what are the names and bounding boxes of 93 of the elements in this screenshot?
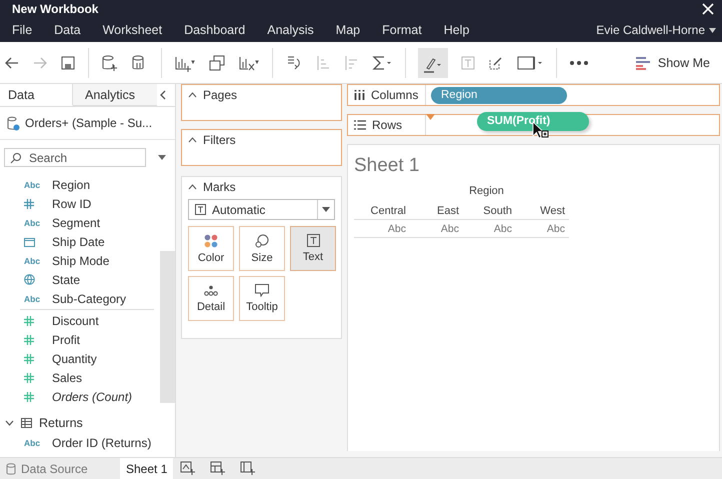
drop-marker-icon bbox=[426, 114, 435, 120]
new-dashboard-icon[interactable] bbox=[210, 461, 226, 476]
table-item[interactable]: Returns bbox=[0, 413, 160, 433]
column-label[interactable]: East bbox=[410, 204, 463, 216]
field-item[interactable]: Orders (Count) bbox=[0, 387, 160, 406]
card-title: Pages bbox=[203, 88, 238, 102]
collapse-caret-icon[interactable] bbox=[188, 184, 197, 190]
panel-tab[interactable]: Analytics bbox=[73, 84, 157, 106]
sigma-icon[interactable] bbox=[371, 54, 393, 72]
collapse-caret-icon[interactable] bbox=[188, 92, 197, 98]
rows-icon bbox=[354, 120, 366, 130]
menu-item[interactable]: Format bbox=[382, 23, 422, 37]
string-type-icon: Abc bbox=[24, 180, 40, 190]
columns-icon bbox=[354, 90, 365, 100]
column-header[interactable]: Region bbox=[354, 185, 569, 202]
collapse-icon[interactable] bbox=[159, 90, 167, 100]
field-item[interactable]: Ship Date bbox=[0, 232, 160, 251]
field-item[interactable]: Sales bbox=[0, 368, 160, 387]
table-cell-text: Abc bbox=[492, 222, 513, 234]
text-mark-icon bbox=[195, 204, 206, 215]
circles-icon bbox=[255, 234, 269, 248]
show-me-button[interactable]: Show Me bbox=[636, 56, 722, 70]
field-item[interactable]: Profit bbox=[0, 330, 160, 349]
dropdown-caret-icon bbox=[322, 207, 330, 212]
string-type-icon: Abc bbox=[24, 218, 40, 228]
table-cell-text: Abc bbox=[546, 222, 566, 234]
new-story-icon[interactable] bbox=[240, 461, 256, 476]
menu-item[interactable]: File bbox=[12, 23, 32, 37]
mark-button[interactable]: Detail bbox=[188, 276, 234, 321]
field-item[interactable]: Abc Order ID (Returns) bbox=[0, 433, 160, 452]
menu-item[interactable]: Dashboard bbox=[184, 23, 246, 37]
column-label[interactable]: West bbox=[516, 204, 569, 216]
search-field[interactable]: Search bbox=[4, 148, 146, 167]
string-type-icon: Abc bbox=[24, 438, 40, 448]
bar-chart-icon bbox=[636, 56, 650, 70]
save-icon[interactable] bbox=[60, 54, 76, 70]
field-item[interactable]: State bbox=[0, 270, 160, 289]
column-label[interactable]: Central bbox=[354, 204, 410, 216]
more-icon[interactable] bbox=[569, 60, 589, 66]
menu-item[interactable]: Data bbox=[54, 23, 81, 37]
highlight-button[interactable] bbox=[418, 48, 448, 78]
text-mark-icon bbox=[306, 234, 320, 247]
annotate-icon[interactable] bbox=[488, 54, 504, 70]
dropdown-caret-icon[interactable] bbox=[158, 155, 166, 160]
field-item[interactable]: Abc Ship Mode bbox=[0, 251, 160, 270]
card-title: Filters bbox=[203, 133, 236, 147]
sheet-title[interactable]: Sheet 1 bbox=[354, 155, 420, 177]
data-source-icon bbox=[6, 116, 20, 130]
menu-item[interactable]: Analysis bbox=[267, 23, 314, 37]
expand-caret-icon[interactable] bbox=[5, 420, 14, 426]
sheet-tab[interactable]: Data Source bbox=[0, 458, 120, 479]
highlighter-icon bbox=[422, 56, 444, 74]
field-item[interactable]: Discount bbox=[0, 311, 160, 330]
speech-bubble-icon bbox=[255, 284, 269, 297]
new-data-source-icon[interactable] bbox=[101, 54, 119, 72]
menu-item[interactable]: Help bbox=[444, 23, 470, 37]
column-label[interactable]: South bbox=[463, 204, 516, 216]
search-icon bbox=[10, 152, 22, 164]
new-worksheet-icon[interactable] bbox=[180, 461, 196, 476]
menu-item[interactable]: Map bbox=[336, 23, 360, 37]
table-cell-text: Abc bbox=[440, 222, 460, 234]
window-title: New Workbook bbox=[12, 2, 100, 16]
table-cell-text: Abc bbox=[386, 222, 407, 234]
sheet-tab[interactable]: Sheet 1 bbox=[120, 458, 174, 479]
shelf-label: Columns bbox=[371, 88, 418, 102]
user-menu[interactable]: Evie Caldwell-Horne bbox=[596, 23, 705, 37]
mark-button[interactable]: Text bbox=[290, 226, 336, 271]
field-item[interactable]: Row ID bbox=[0, 194, 160, 213]
string-type-icon: Abc bbox=[24, 256, 40, 266]
database-icon bbox=[6, 462, 16, 474]
card-title: Marks bbox=[203, 180, 236, 194]
menu-item[interactable]: Worksheet bbox=[102, 23, 162, 37]
field-item[interactable]: Abc Region bbox=[0, 175, 160, 194]
caret-icon bbox=[709, 28, 716, 32]
fit-view-icon[interactable] bbox=[516, 54, 544, 72]
back-arrow-icon[interactable] bbox=[4, 54, 20, 70]
field-item[interactable]: Abc Sub-Category bbox=[0, 289, 160, 308]
scrollbar[interactable] bbox=[160, 251, 175, 403]
mark-button[interactable]: Color bbox=[188, 226, 234, 271]
duplicate-sheet-icon[interactable] bbox=[208, 54, 226, 72]
mark-button[interactable]: Size bbox=[239, 226, 285, 271]
mark-type-dropdown[interactable]: Automatic bbox=[188, 199, 335, 220]
color-dots-icon bbox=[204, 234, 218, 248]
data-source-name[interactable]: Orders+ (Sample - Su... bbox=[25, 116, 152, 130]
dots-icon bbox=[204, 284, 218, 296]
collapse-caret-icon[interactable] bbox=[188, 137, 197, 143]
close-icon[interactable] bbox=[702, 3, 714, 15]
table-icon bbox=[21, 418, 32, 428]
string-type-icon: Abc bbox=[24, 294, 40, 304]
field-item[interactable]: Quantity bbox=[0, 349, 160, 368]
mark-button[interactable]: Tooltip bbox=[239, 276, 285, 321]
shelf-label: Rows bbox=[372, 118, 402, 132]
field-item[interactable]: Abc Segment bbox=[0, 213, 160, 232]
